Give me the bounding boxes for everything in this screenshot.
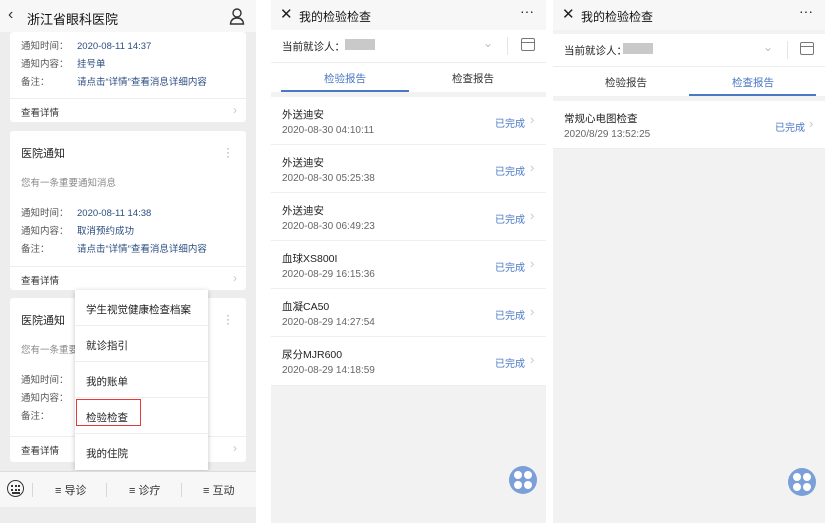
chevron-right-icon: › [530,352,535,367]
page-title: 我的检验检查 [581,10,654,24]
nav-guide[interactable]: ≡ 导诊 [55,482,86,498]
hospital-notification-screen: ‹ 浙江省眼科医院 通知时间： 2020-08-11 14:37 通知内容： 挂号单… [0,0,256,523]
status-badge: 已完成 [495,311,525,322]
more-vertical-icon[interactable]: · · · [226,142,230,162]
report-tabs: 检验报告 检查报告 [553,66,825,96]
calendar-icon[interactable] [800,42,814,55]
patient-label: 当前就诊人： [564,45,627,57]
menu-item-my-bills[interactable]: 我的账单 [75,362,208,398]
user-icon[interactable] [229,7,245,25]
status-badge: 已完成 [495,215,525,226]
status-badge: 已完成 [495,167,525,178]
exam-report-screen: ✕ 我的检验检查 ··· 当前就诊人： ⌄ 检验报告 检查报告 常规心电图检查 … [553,0,825,523]
bottom-menu-bar: ≡ 导诊 ≡ 诊疗 ≡ 互动 [0,471,256,507]
more-icon[interactable]: ··· [799,3,813,19]
page-title: 我的检验检查 [299,10,372,24]
chevron-right-icon: › [530,256,535,271]
keyboard-icon[interactable] [7,480,24,497]
chevron-right-icon: › [530,304,535,319]
chevron-right-icon: › [809,116,814,131]
card-title: 医院通知 [21,315,65,327]
patient-selector[interactable]: 当前就诊人： ⌄ [553,34,825,66]
view-details-link[interactable]: 查看详情 › [10,266,246,290]
chevron-right-icon: › [530,208,535,223]
exam-header: ✕ 我的检验检查 ··· [553,0,825,30]
chevron-right-icon: › [233,271,237,285]
notice-remark-row: 备注： 请点击“详情”查看消息详细内容 [21,244,207,255]
list-item[interactable]: 血球XS800I 2020-08-29 16:15:36 已完成 › [271,241,546,289]
view-details-link[interactable]: 查看详情 › [10,98,246,122]
notice-time-row: 通知时间： 2020-08-11 14:37 [21,41,152,52]
list-item[interactable]: 常规心电图检查 2020/8/29 13:52:25 已完成 › [553,101,825,149]
patient-label: 当前就诊人： [282,41,345,53]
card-title: 医院通知 [21,148,65,160]
list-item[interactable]: 外送迪安 2020-08-30 04:10:11 已完成 › [271,97,546,145]
notification-card: 通知时间： 2020-08-11 14:37 通知内容： 挂号单 备注： 请点击“详情… [10,32,246,122]
calendar-icon[interactable] [521,38,535,51]
tab-exam-report[interactable]: 检查报告 [452,71,494,86]
active-tab-indicator [281,90,409,92]
status-badge: 已完成 [495,119,525,130]
service-popup-menu: 学生视觉健康检查档案 就诊指引 我的账单 检验检查 我的住院 [75,290,208,470]
card-subtitle: 您有一条重要 [21,345,79,356]
chevron-right-icon: › [530,112,535,127]
active-tab-indicator [689,94,816,96]
more-vertical-icon[interactable]: · · · [226,309,230,329]
list-item[interactable]: 尿分MJR600 2020-08-29 14:18:59 已完成 › [271,337,546,386]
notice-content-row: 通知内容： 挂号单 [21,59,106,70]
tab-lab-report[interactable]: 检验报告 [324,71,366,86]
menu-item-student-vision-archive[interactable]: 学生视觉健康检查档案 [75,290,208,326]
notice-time-row: 通知时间： [21,375,69,386]
list-item[interactable]: 外送迪安 2020-08-30 06:49:23 已完成 › [271,193,546,241]
chevron-right-icon: › [530,160,535,175]
hospital-header: ‹ 浙江省眼科医院 [0,0,256,32]
report-tabs: 检验报告 检查报告 [271,62,546,92]
card-subtitle: 您有一条重要通知消息 [21,178,117,189]
chevron-down-icon[interactable]: ⌄ [483,36,493,50]
floating-menu-button[interactable] [788,468,816,496]
menu-item-my-hospitalization[interactable]: 我的住院 [75,434,208,470]
notice-time-row: 通知时间： 2020-08-11 14:38 [21,208,152,219]
notice-content-row: 通知内容： 取消预约成功 [21,226,135,237]
lab-report-screen: ✕ 我的检验检查 ··· 当前就诊人： ⌄ 检验报告 检查报告 外送迪安 202… [271,0,546,523]
chevron-right-icon: › [233,103,237,117]
chevron-down-icon[interactable]: ⌄ [763,40,773,54]
status-badge: 已完成 [495,263,525,274]
chevron-right-icon: › [233,441,237,455]
chevron-left-icon[interactable]: ‹ [8,6,13,24]
lab-header: ✕ 我的检验检查 ··· [271,0,546,30]
floating-menu-button[interactable] [509,466,537,494]
page-title: 浙江省眼科医院 [27,12,119,27]
notification-card: 医院通知 · · · 您有一条重要通知消息 通知时间： 2020-08-11 14:3… [10,131,246,290]
patient-selector[interactable]: 当前就诊人： ⌄ [271,30,546,62]
list-item[interactable]: 血凝CA50 2020-08-29 14:27:54 已完成 › [271,289,546,337]
nav-treatment[interactable]: ≡ 诊疗 [129,482,160,498]
more-icon[interactable]: ··· [520,3,534,19]
highlight-box [76,399,141,426]
tab-exam-report[interactable]: 检查报告 [732,75,774,90]
close-icon[interactable]: ✕ [280,5,293,23]
close-icon[interactable]: ✕ [562,5,575,23]
nav-interact[interactable]: ≡ 互动 [203,482,234,498]
status-badge: 已完成 [495,359,525,370]
notice-content-row: 通知内容： [21,393,69,404]
notice-remark-row: 备注： 请点击“详情”查看消息详细内容 [21,77,207,88]
patient-name-redacted [623,43,653,54]
status-badge: 已完成 [775,123,805,134]
tab-lab-report[interactable]: 检验报告 [605,75,647,90]
list-item[interactable]: 外送迪安 2020-08-30 05:25:38 已完成 › [271,145,546,193]
menu-item-visit-guide[interactable]: 就诊指引 [75,326,208,362]
patient-name-redacted [345,39,375,50]
notice-remark-row: 备注： [21,411,50,422]
